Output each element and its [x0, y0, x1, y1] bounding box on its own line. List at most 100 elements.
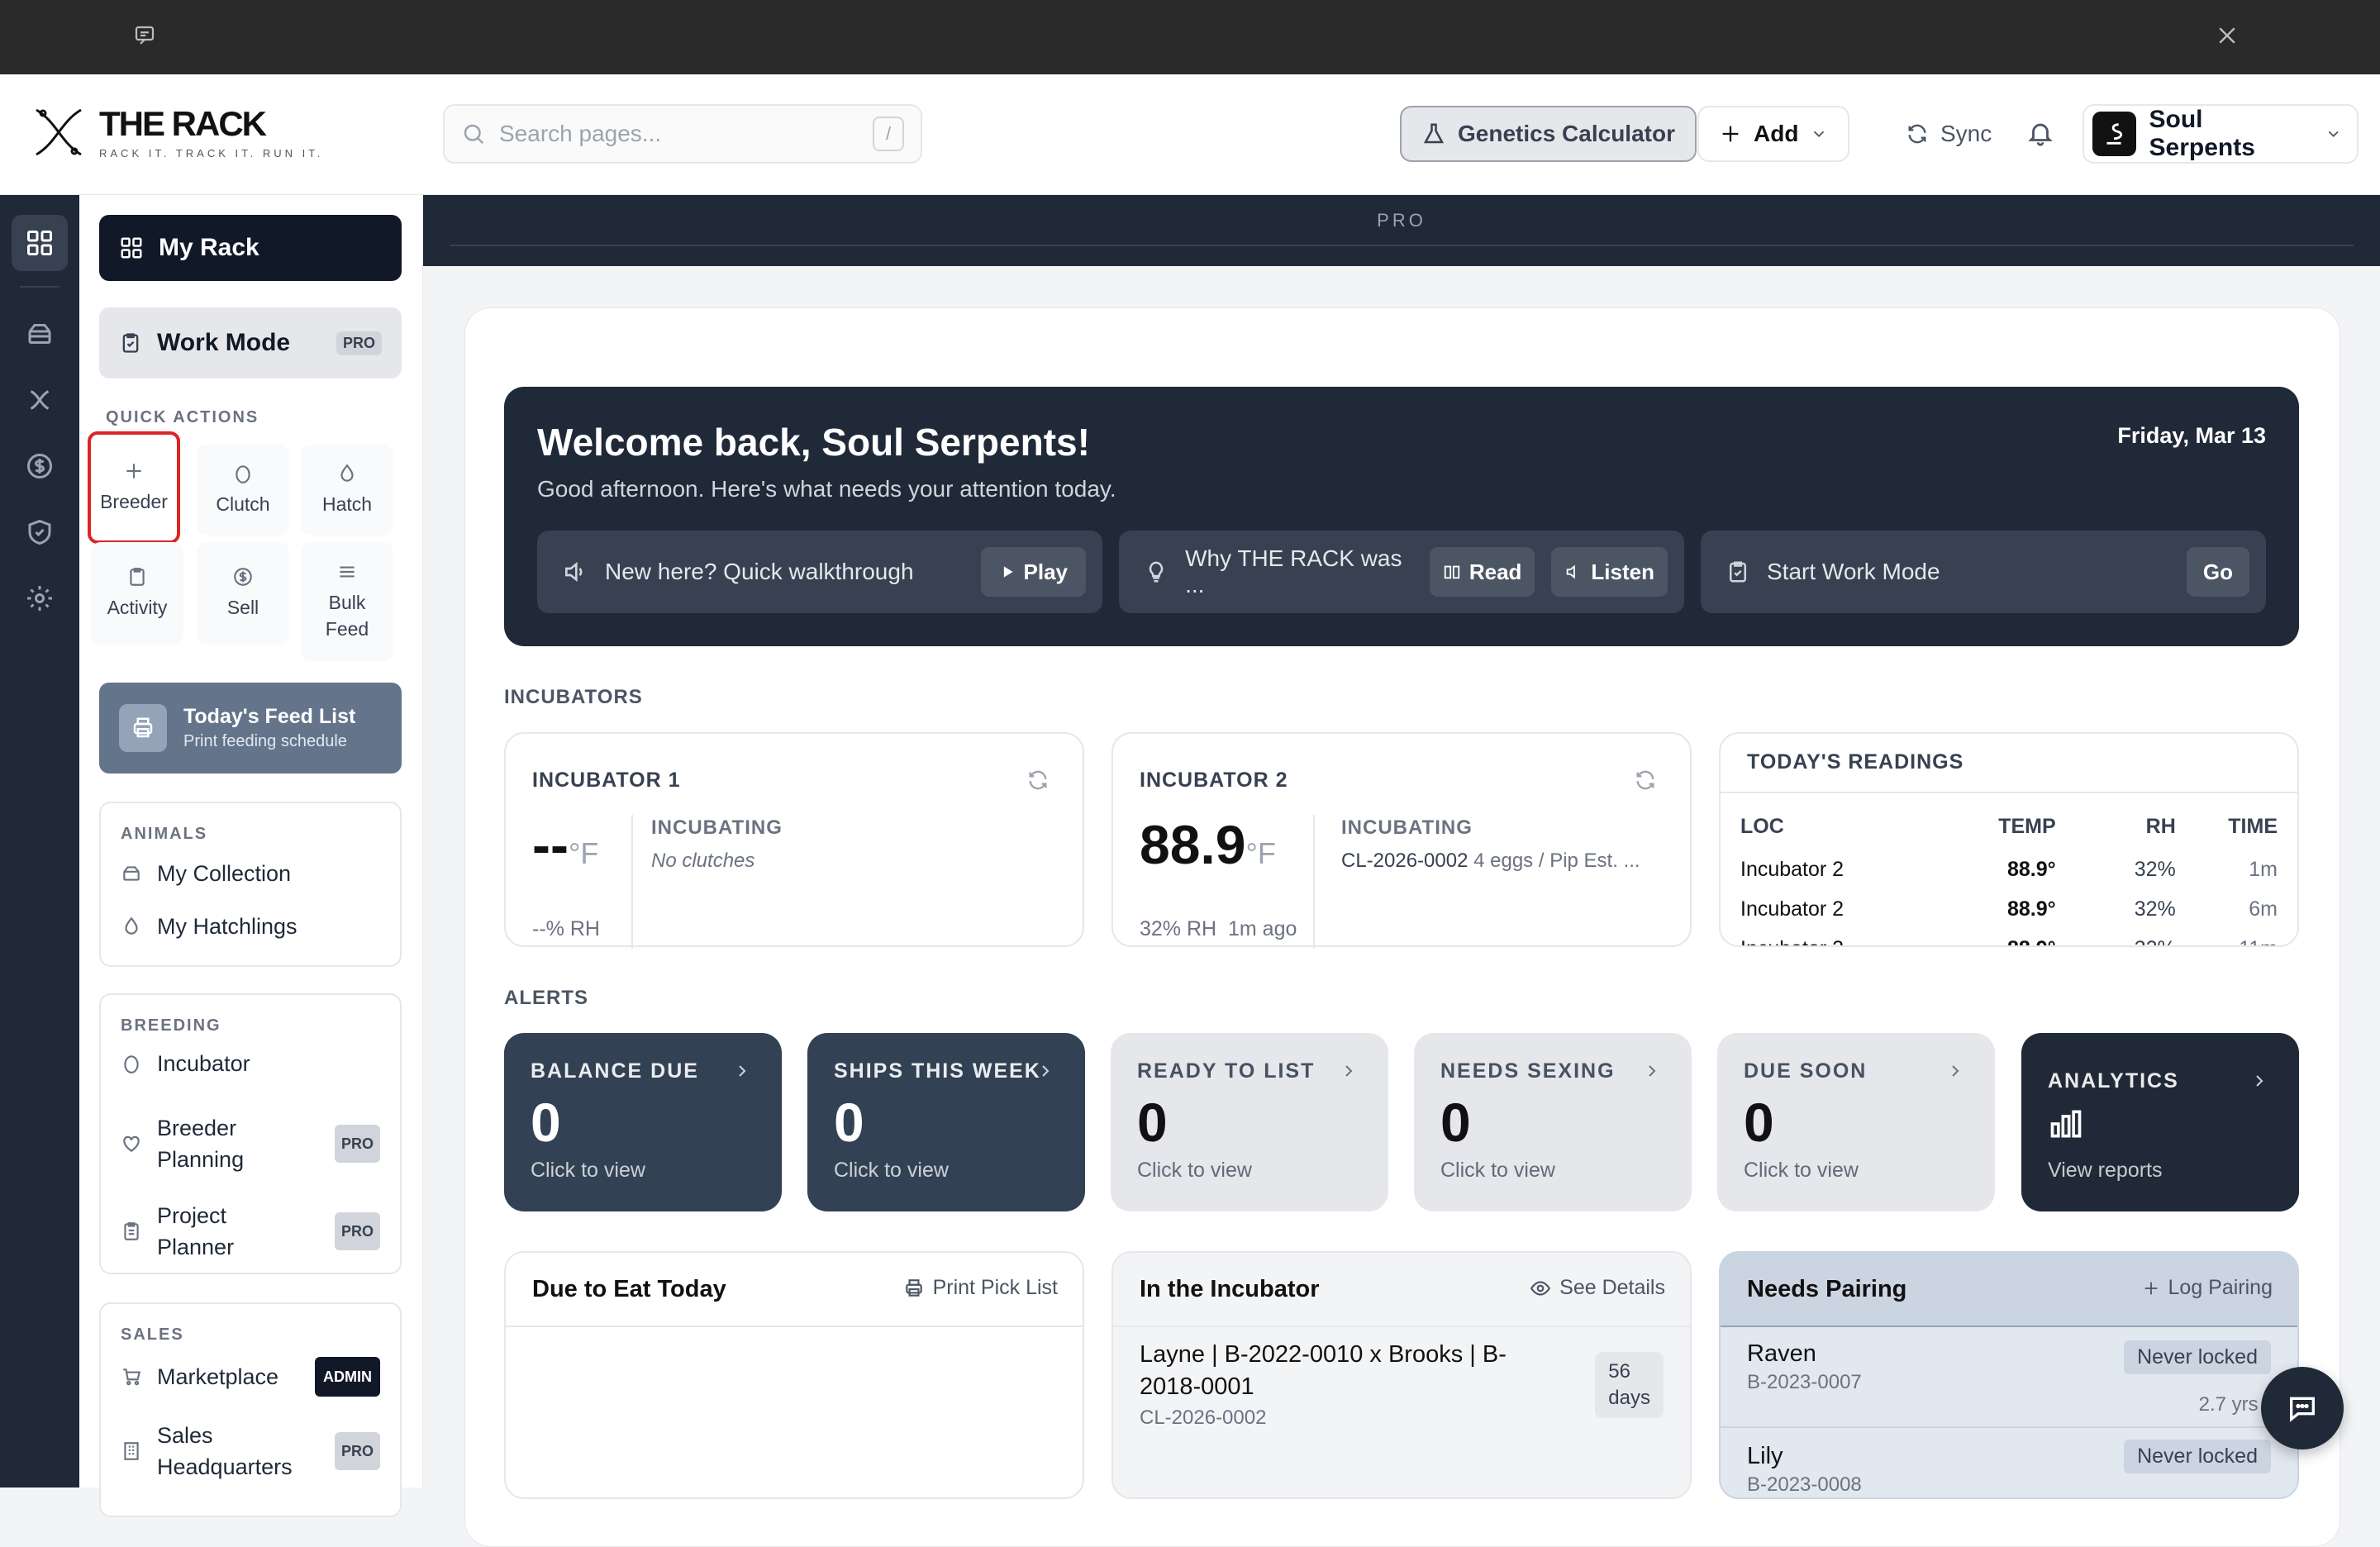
quick-action-clutch[interactable]: Clutch	[197, 445, 289, 536]
welcome-date: Friday, Mar 13	[2117, 423, 2266, 448]
play-icon	[1003, 566, 1013, 578]
incubators-label: INCUBATORS	[504, 686, 643, 708]
gear-icon[interactable]	[20, 578, 60, 618]
search-placeholder: Search pages...	[499, 121, 662, 146]
search-input[interactable]: Search pages... /	[443, 104, 922, 164]
quick-action-label: Sell	[226, 597, 259, 618]
list-item[interactable]: Lily B-2023-0008 Never locked	[1747, 1440, 2271, 1497]
plus-icon	[126, 464, 141, 478]
quick-action-sell[interactable]: Sell	[197, 542, 289, 645]
nav-project-planner[interactable]: Project Planner PRO	[121, 1200, 380, 1263]
nav-breeder-planning[interactable]: Breeder Planning PRO	[121, 1112, 380, 1175]
pro-badge: PRO	[336, 331, 382, 355]
incubator-name: INCUBATOR 2	[1140, 769, 1288, 792]
app-header: THE RACK RACK IT. TRACK IT. RUN IT. Sear…	[0, 74, 2380, 195]
my-rack-label: My Rack	[159, 234, 259, 261]
search-shortcut: /	[873, 117, 904, 151]
status-badge: Never locked	[2124, 1340, 2271, 1374]
drop-icon	[340, 464, 354, 482]
start-work-mode-label: Start Work Mode	[1767, 559, 1940, 584]
quick-action-activity[interactable]: Activity	[91, 542, 183, 645]
nav-marketplace[interactable]: Marketplace ADMIN	[121, 1357, 380, 1397]
nav-incubator[interactable]: Incubator	[121, 1048, 380, 1079]
quick-action-breeder[interactable]: Breeder	[88, 431, 180, 544]
list-item[interactable]: Raven B-2023-0007 Never locked 2.7 yrs o…	[1747, 1340, 2279, 1431]
incubator-card-2[interactable]: INCUBATOR 2 88.9°F 32% RH 1m ago INCUBAT…	[1111, 732, 1692, 949]
animals-label: ANIMALS	[121, 825, 208, 843]
table-row: Incubator 2 88.9° 32% 1m	[1740, 853, 2278, 886]
admin-badge: ADMIN	[315, 1357, 380, 1397]
nav-my-hatchlings[interactable]: My Hatchlings	[121, 911, 380, 942]
incubator-divider	[631, 815, 633, 949]
rack-icon	[121, 863, 142, 884]
chevron-right-icon	[1945, 1061, 1965, 1081]
dollar-circle-icon[interactable]	[20, 446, 60, 486]
log-pairing-button[interactable]: Log Pairing	[2142, 1276, 2273, 1300]
shield-icon[interactable]	[20, 512, 60, 552]
incubator-divider	[1313, 815, 1315, 949]
alert-ships-this-week[interactable]: SHIPS THIS WEEK 0 Click to view	[807, 1033, 1085, 1211]
due-to-eat-panel: Due to Eat Today Print Pick List	[504, 1251, 1084, 1499]
go-label: Go	[2202, 559, 2233, 584]
work-mode-button[interactable]: Work Mode PRO	[99, 307, 402, 378]
work-mode-label: Work Mode	[157, 329, 291, 356]
refresh-icon[interactable]	[1634, 769, 1657, 792]
incubator-detail: CL-2026-0002 4 eggs / Pip Est. ...	[1341, 850, 1640, 873]
panel-title: Needs Pairing	[1747, 1276, 1907, 1302]
pro-banner-label: PRO	[1377, 210, 1426, 231]
alert-ready-to-list[interactable]: READY TO LIST 0 Click to view	[1111, 1033, 1388, 1211]
cell-rh: 32%	[2056, 937, 2176, 946]
nav-sales-headquarters[interactable]: Sales Headquarters PRO	[121, 1420, 380, 1483]
alert-analytics[interactable]: ANALYTICS View reports	[2021, 1033, 2299, 1211]
refresh-icon[interactable]	[1026, 769, 1050, 792]
alert-value: 0	[834, 1092, 864, 1153]
rack-icon[interactable]	[20, 314, 60, 354]
genetics-calculator-button[interactable]: Genetics Calculator	[1400, 106, 1697, 162]
pairing-icon[interactable]	[20, 380, 60, 420]
feedback-icon[interactable]	[132, 23, 157, 48]
why-label: Why THE RACK was ...	[1185, 545, 1402, 597]
add-button[interactable]: Add	[1697, 106, 1850, 162]
chat-button[interactable]	[2261, 1367, 2344, 1449]
bell-icon[interactable]	[2026, 119, 2054, 147]
close-icon[interactable]	[2215, 23, 2240, 48]
cell-rh: 32%	[2134, 897, 2176, 921]
quick-action-hatch[interactable]: Hatch	[301, 445, 393, 536]
incubator-card-1[interactable]: INCUBATOR 1 --°F --% RH INCUBATING No cl…	[504, 732, 1084, 949]
quick-actions-label: QUICK ACTIONS	[106, 408, 259, 426]
genetics-calculator-label: Genetics Calculator	[1458, 121, 1675, 146]
nav-my-collection[interactable]: My Collection	[121, 858, 380, 889]
alert-balance-due[interactable]: BALANCE DUE 0 Click to view	[504, 1033, 782, 1211]
read-button[interactable]: Read	[1429, 547, 1535, 597]
chevron-right-icon	[732, 1061, 752, 1081]
list-item[interactable]: Layne | B-2022-0010 x Brooks | B-2018-00…	[1140, 1339, 1664, 1430]
alert-needs-sexing[interactable]: NEEDS SEXING 0 Click to view	[1414, 1033, 1692, 1211]
clipboard-check-icon	[1730, 561, 1746, 583]
incubator-rh: --% RH	[532, 917, 600, 940]
dashboard-icon[interactable]	[12, 215, 68, 271]
play-button[interactable]: Play	[980, 547, 1086, 597]
alert-caption: View reports	[2048, 1159, 2163, 1182]
account-switcher[interactable]: Soul Serpents	[2082, 104, 2359, 164]
cell-time: 1m	[2249, 857, 2278, 881]
quick-action-label: Breeder	[100, 491, 168, 512]
readings-divider	[1721, 792, 2297, 793]
see-details-button[interactable]: See Details	[1530, 1276, 1665, 1300]
todays-feed-list-button[interactable]: Today's Feed List Print feeding schedule	[99, 683, 402, 774]
lightbulb-icon	[1149, 561, 1164, 583]
quick-action-bulk-feed[interactable]: Bulk Feed	[301, 542, 393, 661]
cell-loc: Incubator 2	[1740, 857, 1844, 881]
cell-temp: 88.9°	[1957, 937, 2056, 946]
see-details-label: See Details	[1559, 1276, 1665, 1299]
temp-unit: °F	[568, 836, 599, 870]
cell-time: 11m	[2176, 937, 2278, 946]
print-pick-list-button[interactable]: Print Pick List	[903, 1276, 1058, 1300]
icon-rail	[0, 195, 79, 1488]
listen-button[interactable]: Listen	[1551, 547, 1668, 597]
logo[interactable]: THE RACK RACK IT. TRACK IT. RUN IT.	[31, 104, 323, 159]
my-rack-button[interactable]: My Rack	[99, 215, 402, 281]
sync-button[interactable]: Sync	[1886, 106, 2011, 162]
go-button[interactable]: Go	[2186, 547, 2249, 597]
animal-id: B-2023-0007	[1747, 1371, 1862, 1393]
alert-due-soon[interactable]: DUE SOON 0 Click to view	[1717, 1033, 1995, 1211]
